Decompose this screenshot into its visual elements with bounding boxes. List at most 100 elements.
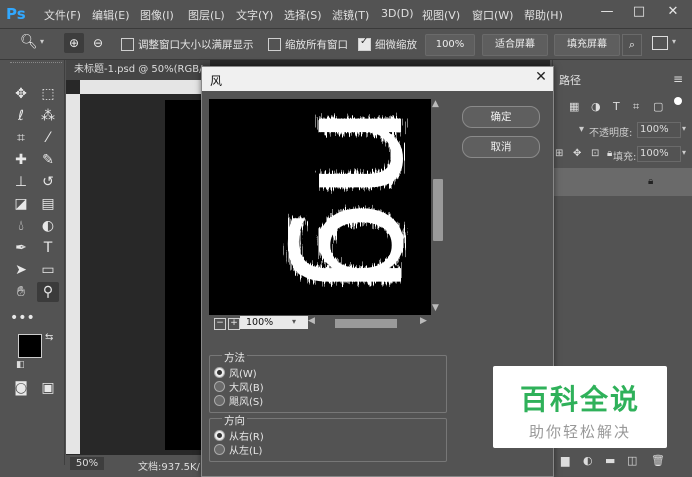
chevron-down-icon[interactable]: ▾ [682,124,686,133]
type-tool-icon[interactable]: T [37,238,59,258]
radio-stagger[interactable] [214,395,225,406]
menu-window[interactable]: 窗口(W) [472,7,513,23]
menu-type[interactable]: 文字(Y) [236,7,273,23]
radio-stagger-label[interactable]: 飓风(S) [229,393,263,408]
menu-file[interactable]: 文件(F) [44,7,81,23]
image-filter-icon[interactable]: ▦ [569,100,579,113]
blur-tool-icon[interactable]: 💧︎ [10,216,32,236]
trash-icon[interactable]: 🗑︎ [651,454,665,467]
zoom-tool-icon[interactable]: 🔍︎ [20,34,38,50]
tab-paths[interactable]: 路径 [559,72,581,88]
pen-tool-icon[interactable]: ✒ [10,238,32,258]
radio-from-left-label[interactable]: 从左(L) [229,442,262,457]
smart-filter-icon[interactable]: ▢ [653,100,663,113]
chevron-down-icon[interactable]: ▾ [292,317,296,326]
chevron-down-icon[interactable]: ▾ [682,148,686,157]
healing-brush-icon[interactable]: ✚ [10,150,32,170]
lock-artboard-icon[interactable]: ⊡ [591,148,599,159]
radio-blast-label[interactable]: 大风(B) [229,379,264,394]
radio-from-right[interactable] [214,430,225,441]
default-colors-icon[interactable]: ◧ [16,360,25,370]
panel-grip[interactable] [10,62,62,67]
more-tools-icon[interactable]: ••• [10,308,35,328]
panel-menu-icon[interactable]: ≡ [673,72,683,86]
menu-view[interactable]: 视图(V) [422,7,460,23]
radio-from-left[interactable] [214,444,225,455]
zoom-tool-icon[interactable]: ⚲ [37,282,59,302]
preview-scroll-thumb[interactable] [433,179,443,241]
ok-button[interactable]: 确定 [462,106,540,128]
move-tool-icon[interactable]: ✥ [10,84,32,104]
menu-help[interactable]: 帮助(H) [524,7,563,23]
fit-screen-button[interactable]: 适合屏幕 [482,34,548,56]
menu-edit[interactable]: 编辑(E) [92,7,130,23]
zoom-all-checkbox[interactable] [268,38,281,51]
shape-tool-icon[interactable]: ▭ [37,260,59,280]
lock-pixels-icon[interactable]: ⊞ [555,148,563,159]
type-filter-icon[interactable]: T [613,100,620,113]
menu-filter[interactable]: 滤镜(T) [332,7,369,23]
quick-mask-icon[interactable]: ◙ [10,378,32,398]
preview-horizontal-scroll-thumb[interactable] [335,319,397,328]
lasso-tool-icon[interactable]: ℓ [10,106,32,126]
dodge-tool-icon[interactable]: ◐ [37,216,59,236]
minimize-button[interactable]: — [594,2,620,22]
scrubby-zoom-checkbox[interactable] [358,36,371,51]
filter-toggle-icon[interactable] [674,97,682,105]
stamp-tool-icon[interactable]: ⊥ [10,172,32,192]
filter-preview[interactable]: ng ng [209,99,431,315]
scroll-down-icon[interactable]: ▼ [432,303,439,313]
radio-blast[interactable] [214,381,225,392]
radio-wind-label[interactable]: 风(W) [229,365,257,380]
magic-wand-icon[interactable]: ⁂ [37,106,59,126]
gradient-tool-icon[interactable]: ▤ [37,194,59,214]
swap-colors-icon[interactable]: ⇆ [45,332,53,343]
menu-layer[interactable]: 图层(L) [188,7,225,23]
new-layer-icon[interactable]: ◫ [627,454,637,467]
radio-from-right-label[interactable]: 从右(R) [229,428,264,443]
new-group-icon[interactable]: ▆ [561,454,569,467]
scroll-up-icon[interactable]: ▲ [432,99,439,109]
crop-tool-icon[interactable]: ⌗ [10,128,32,148]
zoom-out-icon[interactable]: ⊖ [88,33,108,53]
workspace-icon[interactable] [652,36,668,50]
chevron-down-icon[interactable]: ▾ [672,37,676,46]
close-icon[interactable]: ✕ [533,69,549,87]
close-window-button[interactable]: ✕ [660,2,686,22]
zoom-percent-button[interactable]: 100% [425,34,475,56]
marquee-tool-icon[interactable]: ⬚ [37,84,59,104]
zoom-in-button[interactable]: + [228,318,240,330]
shape-filter-icon[interactable]: ⌗ [633,100,639,114]
document-tab[interactable]: 未标题-1.psd @ 50%(RGB/ [66,60,210,80]
zoom-out-button[interactable]: − [214,318,226,330]
adjustment-layer-icon[interactable]: ◐ [583,454,593,467]
zoom-in-icon[interactable]: ⊕ [64,33,84,53]
menu-select[interactable]: 选择(S) [284,7,322,23]
eraser-tool-icon[interactable]: ◪ [10,194,32,214]
resize-window-checkbox[interactable] [121,38,134,51]
history-brush-icon[interactable]: ↺ [37,172,59,192]
radio-wind[interactable] [214,367,225,378]
lock-all-icon[interactable]: 🔒︎ [607,148,612,159]
foreground-color-swatch[interactable] [18,334,42,358]
maximize-button[interactable]: □ [626,2,652,22]
layer-row[interactable]: 🔒︎ [552,168,692,196]
preview-zoom-select[interactable]: 100% [240,316,308,329]
fill-screen-button[interactable]: 填充屏幕 [554,34,620,56]
screen-mode-icon[interactable]: ▣ [37,378,59,398]
adjust-filter-icon[interactable]: ◑ [591,100,601,113]
chevron-down-icon[interactable]: ▾ [40,37,44,46]
menu-image[interactable]: 图像(I) [140,7,174,23]
folder-icon[interactable]: ▬ [605,454,615,467]
status-zoom[interactable]: 50% [70,457,104,470]
scroll-right-icon[interactable]: ▶ [420,316,427,326]
menu-3d[interactable]: 3D(D) [381,7,414,20]
eyedropper-icon[interactable]: ⁄ [37,128,59,148]
fill-input[interactable]: 100% [637,146,681,162]
scroll-left-icon[interactable]: ◀ [308,316,315,326]
brush-tool-icon[interactable]: ✎ [37,150,59,170]
chevron-down-icon[interactable]: ▾ [579,124,584,135]
cancel-button[interactable]: 取消 [462,136,540,158]
lock-position-icon[interactable]: ✥ [573,148,581,159]
search-icon[interactable]: ⌕ [622,34,642,56]
